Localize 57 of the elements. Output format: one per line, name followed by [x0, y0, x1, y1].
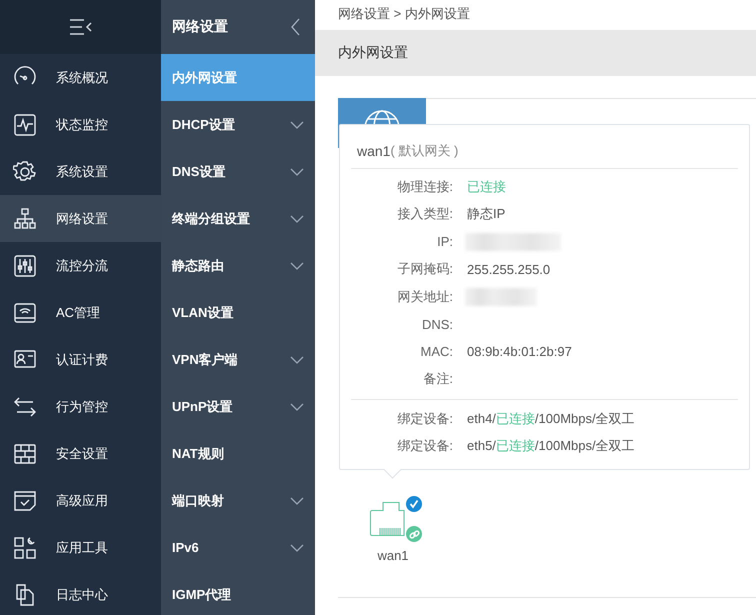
field-label: IP: [436, 234, 453, 250]
menu-collapse-icon[interactable] [68, 17, 92, 37]
page-title: 内外网设置 [338, 44, 408, 62]
interface-name: wan1 [357, 143, 390, 159]
submenu-item[interactable]: 终端分组设置 [161, 195, 315, 242]
field-value: 静态IP [467, 205, 506, 224]
chevron-left-icon[interactable] [291, 18, 301, 36]
pulse-monitor-icon [13, 112, 37, 136]
check-icon [409, 499, 419, 509]
nav-item[interactable]: 系统概况 [0, 54, 161, 101]
submenu-item[interactable]: DHCP设置 [161, 101, 315, 148]
nav-item[interactable]: 日志中心 [0, 571, 161, 615]
field-value: 255.255.255.0 [467, 262, 550, 277]
nav-item[interactable]: 状态监控 [0, 101, 161, 148]
nav-item[interactable]: AC管理 [0, 289, 161, 336]
submenu-item[interactable]: IGMP代理 [161, 571, 315, 615]
submenu-item[interactable]: NAT规则 [161, 430, 315, 477]
nav-item[interactable]: 安全设置 [0, 430, 161, 477]
submenu-item[interactable]: IPv6 [161, 524, 315, 571]
sliders-icon [13, 254, 37, 278]
breadcrumb: 网络设置 > 内外网设置 [337, 5, 470, 23]
brick-wall-icon [13, 442, 37, 466]
submenu-item[interactable]: DNS设置 [161, 148, 315, 195]
nav-item[interactable]: 行为管控 [0, 383, 161, 430]
field-label: 子网掩码: [396, 260, 453, 278]
status-value: 已连接 [467, 178, 506, 196]
wifi-device-icon [13, 300, 37, 324]
submenu-item[interactable]: 静态路由 [161, 242, 315, 289]
nav-item[interactable]: 网络设置 [0, 195, 161, 242]
interface-note: ( 默认网关 ) [390, 142, 458, 160]
swap-arrows-icon [13, 394, 37, 418]
nav-item[interactable]: 应用工具 [0, 524, 161, 571]
submenu-item[interactable]: VLAN设置 [161, 289, 315, 336]
nav-item[interactable]: 系统设置 [0, 148, 161, 195]
field-label: 备注: [422, 370, 453, 388]
field-label: DNS: [420, 316, 453, 332]
field-label: 接入类型: [396, 205, 453, 224]
field-value: 08:9b:4b:01:2b:97 [467, 344, 572, 360]
submenu-item[interactable]: 端口映射 [161, 477, 315, 524]
field-label: 绑定设备: [396, 410, 453, 428]
nav-item[interactable]: 流控分流 [0, 242, 161, 289]
checked-note-icon [13, 488, 37, 512]
field-label: 物理连接: [396, 178, 453, 196]
field-label: MAC: [420, 344, 453, 360]
blurred-value [465, 288, 537, 306]
field-label: 网关地址: [396, 288, 453, 306]
settings-icon [13, 160, 37, 184]
interface-label: wan1 [377, 548, 409, 563]
nav-item[interactable]: 认证计费 [0, 336, 161, 383]
field-label: 绑定设备: [396, 437, 453, 456]
submenu-title: 网络设置 [172, 18, 228, 36]
nav-item[interactable]: 高级应用 [0, 477, 161, 524]
binding-value: eth4/已连接/100Mbps/全双工 [467, 410, 635, 428]
submenu-item[interactable]: VPN客户端 [161, 336, 315, 383]
network-tree-icon [13, 206, 37, 230]
submenu-item[interactable]: UPnP设置 [161, 383, 315, 430]
binding-value: eth5/已连接/100Mbps/全双工 [467, 437, 635, 456]
